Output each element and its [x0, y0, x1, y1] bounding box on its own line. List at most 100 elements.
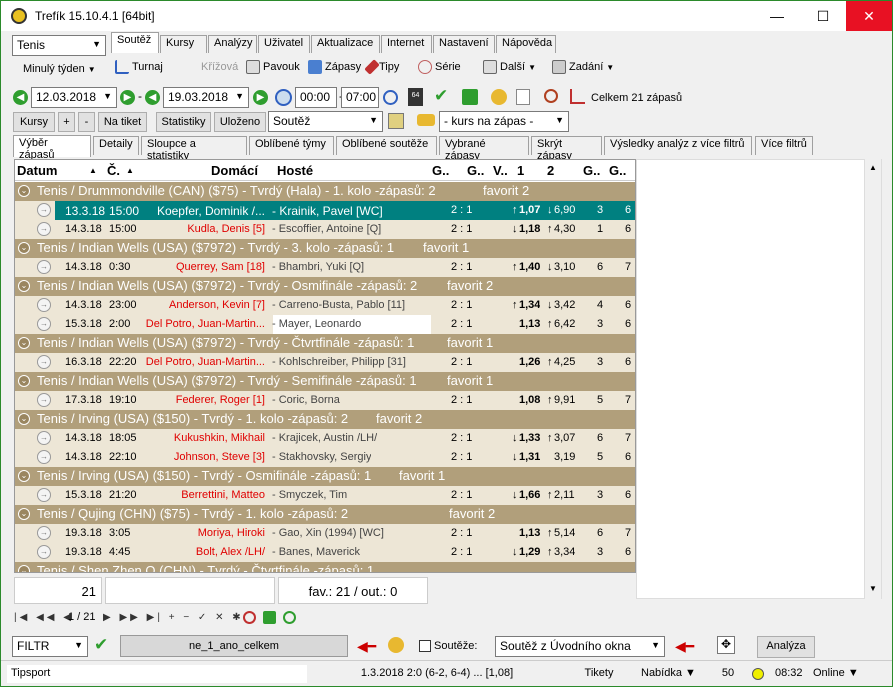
group-header[interactable]: ⌄ Tenis / Shen Zhen Q (CHN) - Tvrdý - Čtv… — [15, 562, 635, 572]
col-hoste[interactable]: Hosté — [277, 163, 313, 178]
vertical-scrollbar[interactable]: ▲ ▼ — [864, 159, 881, 599]
magnifier-icon[interactable] — [544, 89, 558, 103]
scroll-up-icon[interactable]: ▲ — [869, 163, 877, 172]
table-row[interactable]: → 14.3.18 15:00 Kudla, Denis [5] - Escoffier… — [15, 220, 635, 239]
confirm-filter-icon[interactable]: ✔ — [94, 635, 108, 655]
group-header[interactable]: ⌄ Tenis / Indian Wells (USA) ($7972) - Tv… — [15, 277, 635, 296]
plus-button[interactable]: + — [58, 112, 75, 132]
collapse-icon[interactable]: ⌄ — [18, 337, 30, 349]
row-detail-icon[interactable]: → — [37, 355, 51, 369]
row-detail-icon[interactable]: → — [37, 260, 51, 274]
group-header[interactable]: ⌄ Tenis / Indian Wells (USA) ($7972) - Tv… — [15, 239, 635, 258]
crosshair-icon[interactable]: ✥ — [717, 636, 735, 654]
menu-tab-7[interactable]: Nápověda — [496, 35, 556, 53]
sub-tab-5[interactable]: Vybrané zápasy — [439, 136, 529, 162]
row-detail-icon[interactable]: → — [37, 488, 51, 502]
sub-tab-2[interactable]: Sloupce a statistiky — [141, 136, 247, 162]
refresh-icon[interactable] — [283, 611, 296, 624]
minimize-button[interactable]: — — [754, 1, 800, 31]
kursy-button[interactable]: Kursy — [13, 112, 55, 132]
col-v[interactable]: V.. — [493, 163, 508, 178]
turnaj-button[interactable]: Turnaj — [111, 57, 167, 77]
row-detail-icon[interactable]: → — [37, 431, 51, 445]
table-row[interactable]: → 19.3.18 3:05 Moriya, Hiroki - Gao, Xin (19… — [15, 524, 635, 543]
menu-tab-0[interactable]: Soutěž — [111, 32, 159, 53]
serie-button[interactable]: Série — [414, 57, 465, 77]
group-header[interactable]: ⌄ Tenis / Drummondville (CAN) ($75) - Tvr… — [15, 182, 635, 201]
online-dropdown[interactable]: Online ▼ — [809, 665, 869, 683]
krizova-button[interactable]: Křížová — [197, 57, 242, 77]
menu-tab-4[interactable]: Aktualizace — [311, 35, 380, 53]
col-datum[interactable]: Datum — [17, 163, 57, 178]
table-row[interactable]: → 15.3.18 2:00 Del Potro, Juan-Martin... - M… — [15, 315, 635, 334]
competition-select[interactable]: Soutěž ▼ — [268, 111, 383, 132]
table-row[interactable]: → 14.3.18 18:05 Kukushkin, Mikhail - Krajice… — [15, 429, 635, 448]
next-date-to-icon[interactable]: ▶ — [253, 90, 268, 105]
group-header[interactable]: ⌄ Tenis / Indian Wells (USA) ($7972) - Tv… — [15, 334, 635, 353]
next-date-icon[interactable]: ▶ — [120, 90, 135, 105]
table-row[interactable]: → 16.3.18 22:20 Del Potro, Juan-Martin... - … — [15, 353, 635, 372]
sub-tab-3[interactable]: Oblíbené týmy — [249, 136, 334, 155]
document-icon[interactable] — [516, 89, 530, 105]
apply-filter-icon[interactable] — [263, 611, 276, 624]
row-detail-icon[interactable]: → — [37, 393, 51, 407]
analyza-button[interactable]: Analýza — [757, 636, 815, 658]
hand-icon[interactable] — [491, 89, 507, 105]
table-row[interactable]: → 13.3.18 15:00 Koepfer, Dominik /... - Krai… — [15, 201, 635, 220]
minus-button[interactable]: - — [78, 112, 95, 132]
ulozeno-button[interactable]: Uloženo — [214, 112, 266, 132]
sub-tab-4[interactable]: Oblíbené soutěže — [336, 136, 437, 155]
filter-name-field[interactable]: ne_1_ano_celkem — [120, 635, 348, 657]
clock-icon[interactable] — [275, 89, 292, 106]
col-g3[interactable]: G.. — [583, 163, 600, 178]
col-g1[interactable]: G.. — [432, 163, 449, 178]
user-icon[interactable] — [388, 637, 404, 653]
collapse-icon[interactable]: ⌄ — [18, 470, 30, 482]
prev-date-to-icon[interactable]: ◀ — [145, 90, 160, 105]
row-detail-icon[interactable]: → — [37, 298, 51, 312]
record-navigator[interactable]: |◀ ◀◀ ◀ — [14, 612, 74, 623]
date-to-input[interactable]: 19.03.2018 ▼ — [163, 87, 249, 108]
period-dropdown[interactable]: Minulý týden ▼ — [19, 59, 100, 79]
na-tiket-button[interactable]: Na tiket — [98, 112, 147, 132]
check-icon[interactable]: ✔ — [434, 86, 448, 106]
collapse-icon[interactable]: ⌄ — [18, 375, 30, 387]
souteze-checkbox[interactable] — [419, 640, 431, 652]
record-navigator-fwd[interactable]: ▶ ▶▶ ▶| + − ✓ ✕ ✱ — [103, 612, 244, 623]
row-detail-icon[interactable]: → — [37, 545, 51, 559]
time-to-input[interactable]: 07:00 — [341, 87, 379, 108]
row-detail-icon[interactable]: → — [37, 450, 51, 464]
odds-select[interactable]: - kurs na zápas - ▼ — [439, 111, 569, 132]
excel-icon[interactable] — [462, 89, 478, 105]
table-row[interactable]: → 17.3.18 19:10 Federer, Roger [1] - Coric, … — [15, 391, 635, 410]
refresh-time-icon[interactable] — [383, 90, 398, 105]
collapse-icon[interactable]: ⌄ — [18, 508, 30, 520]
table-row[interactable]: → 15.3.18 21:20 Berrettini, Matteo - Smyczek… — [15, 486, 635, 505]
col-k1[interactable]: 1 — [517, 163, 524, 178]
menu-tab-5[interactable]: Internet — [381, 35, 432, 53]
table-row[interactable]: → 14.3.18 22:10 Johnson, Steve [3] - Stakhov… — [15, 448, 635, 467]
cancel-filter-icon[interactable] — [243, 611, 256, 624]
soutez-select[interactable]: Soutěž z Úvodního okna ▼ — [495, 636, 665, 657]
sub-tab-0[interactable]: Výběr zápasů — [13, 135, 91, 161]
col-g2[interactable]: G.. — [467, 163, 484, 178]
nabidka-dropdown[interactable]: Nabídka ▼ — [637, 665, 707, 683]
zapasy-button[interactable]: Zápasy — [304, 57, 365, 77]
sub-tab-1[interactable]: Detaily — [93, 136, 139, 155]
sport-select[interactable]: Tenis ▼ — [12, 35, 106, 56]
col-domaci[interactable]: Domácí — [211, 163, 258, 178]
row-detail-icon[interactable]: → — [37, 317, 51, 331]
pavouk-button[interactable]: Pavouk — [242, 57, 304, 77]
collapse-icon[interactable]: ⌄ — [18, 413, 30, 425]
group-header[interactable]: ⌄ Tenis / Indian Wells (USA) ($7972) - Tv… — [15, 372, 635, 391]
collapse-icon[interactable]: ⌄ — [18, 565, 30, 572]
scroll-down-icon[interactable]: ▼ — [869, 584, 877, 593]
row-detail-icon[interactable]: → — [37, 526, 51, 540]
table-row[interactable]: → 19.3.18 4:45 Bolt, Alex /LH/ - Banes, Mave… — [15, 543, 635, 562]
collapse-icon[interactable]: ⌄ — [18, 280, 30, 292]
group-header[interactable]: ⌄ Tenis / Irving (USA) ($150) - Tvrdý - 1… — [15, 410, 635, 429]
row-detail-icon[interactable]: → — [37, 222, 51, 236]
tikety-button[interactable]: Tikety — [567, 665, 631, 683]
sub-tab-6[interactable]: Skrýt zápasy — [531, 136, 602, 162]
menu-tab-6[interactable]: Nastavení — [433, 35, 495, 53]
